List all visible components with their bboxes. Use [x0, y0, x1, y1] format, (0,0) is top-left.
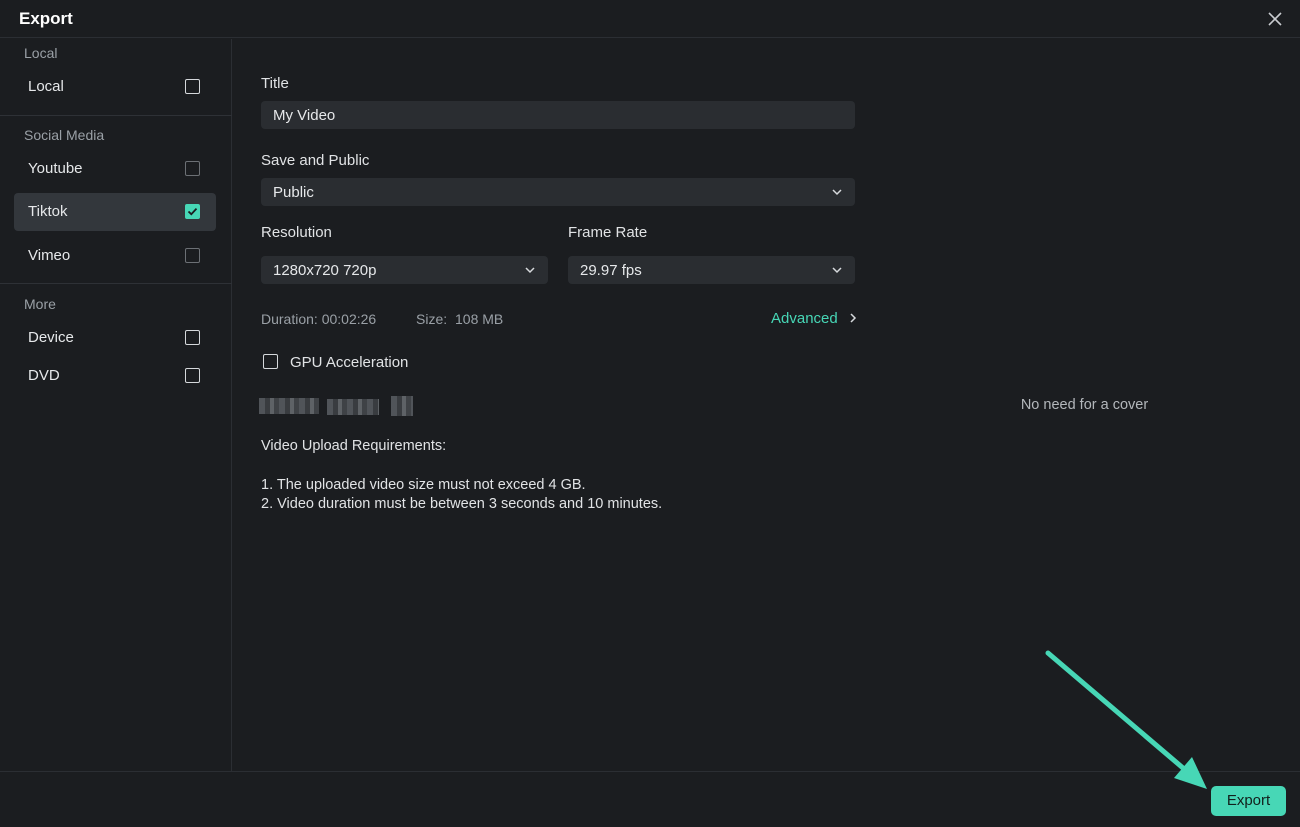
framerate-label: Frame Rate	[568, 224, 648, 241]
checkbox[interactable]	[185, 161, 200, 176]
section-divider	[0, 115, 232, 116]
size-label: Size:	[416, 311, 448, 327]
resolution-select-value: 1280x720 720p	[273, 262, 377, 279]
section-header-local: Local	[24, 45, 58, 61]
title-input-value: My Video	[273, 107, 336, 124]
checkbox[interactable]	[185, 330, 200, 345]
dialog-footer	[0, 771, 1300, 827]
checkbox[interactable]	[185, 368, 200, 383]
cover-preview-panel: No need for a cover	[869, 39, 1300, 771]
resolution-select[interactable]: 1280x720 720p	[261, 256, 548, 284]
destination-sidebar: Local Local Social Media Youtube Tiktok …	[0, 39, 232, 771]
privacy-select-value: Public	[273, 184, 314, 201]
section-header-more: More	[24, 296, 56, 312]
sidebar-item-youtube[interactable]: Youtube	[14, 150, 216, 188]
advanced-label: Advanced	[771, 310, 838, 327]
title-label: Title	[261, 75, 289, 92]
section-divider	[0, 283, 232, 284]
blurred-account-text	[327, 399, 379, 415]
duration-value: 00:02:26	[321, 311, 377, 327]
chevron-down-icon	[832, 267, 842, 274]
chevron-right-icon	[850, 313, 856, 323]
sidebar-item-label: Vimeo	[28, 247, 71, 264]
size-info: Size: 108 MB	[416, 311, 503, 327]
gpu-acceleration-label: GPU Acceleration	[290, 354, 409, 371]
sidebar-item-tiktok[interactable]: Tiktok	[14, 193, 216, 231]
sidebar-item-vimeo[interactable]: Vimeo	[14, 237, 216, 275]
gpu-acceleration-checkbox[interactable]	[263, 354, 278, 369]
size-value: 108 MB	[455, 311, 504, 327]
chevron-down-icon	[525, 267, 535, 274]
sidebar-item-label: DVD	[28, 367, 60, 384]
sidebar-item-label: Device	[28, 329, 74, 346]
sidebar-item-label: Local	[28, 78, 64, 95]
sidebar-item-label: Tiktok	[28, 203, 68, 220]
sidebar-item-local[interactable]: Local	[14, 68, 216, 106]
chevron-down-icon	[832, 189, 842, 196]
sidebar-item-label: Youtube	[28, 160, 83, 177]
close-icon[interactable]	[1266, 10, 1284, 28]
title-bar: Export	[0, 0, 1300, 38]
requirement-size: 1. The uploaded video size must not exce…	[261, 477, 586, 493]
requirements-title: Video Upload Requirements:	[261, 438, 447, 454]
dialog-title: Export	[19, 9, 73, 28]
advanced-link[interactable]: Advanced	[771, 310, 858, 327]
resolution-label: Resolution	[261, 224, 332, 241]
duration-info: Duration: 00:02:26	[261, 311, 376, 327]
blurred-account-avatar	[391, 396, 413, 416]
privacy-select[interactable]: Public	[261, 178, 855, 206]
check-icon	[187, 207, 198, 216]
framerate-select[interactable]: 29.97 fps	[568, 256, 855, 284]
checkbox-checked[interactable]	[185, 204, 200, 219]
cover-message: No need for a cover	[1020, 397, 1149, 413]
sidebar-item-device[interactable]: Device	[14, 319, 216, 357]
framerate-select-value: 29.97 fps	[580, 262, 642, 279]
export-dialog: Export Local Local Social Media Youtube …	[0, 0, 1300, 827]
blurred-account-text	[259, 398, 319, 414]
checkbox[interactable]	[185, 79, 200, 94]
export-button[interactable]: Export	[1211, 786, 1286, 816]
section-header-social-media: Social Media	[24, 127, 105, 143]
privacy-label: Save and Public	[261, 152, 370, 169]
checkbox[interactable]	[185, 248, 200, 263]
sidebar-item-dvd[interactable]: DVD	[14, 357, 216, 395]
requirement-duration: 2. Video duration must be between 3 seco…	[261, 496, 663, 512]
title-input[interactable]: My Video	[261, 101, 855, 129]
export-settings-form: Title My Video Save and Public Public Re…	[233, 39, 868, 771]
duration-label: Duration:	[261, 311, 318, 327]
